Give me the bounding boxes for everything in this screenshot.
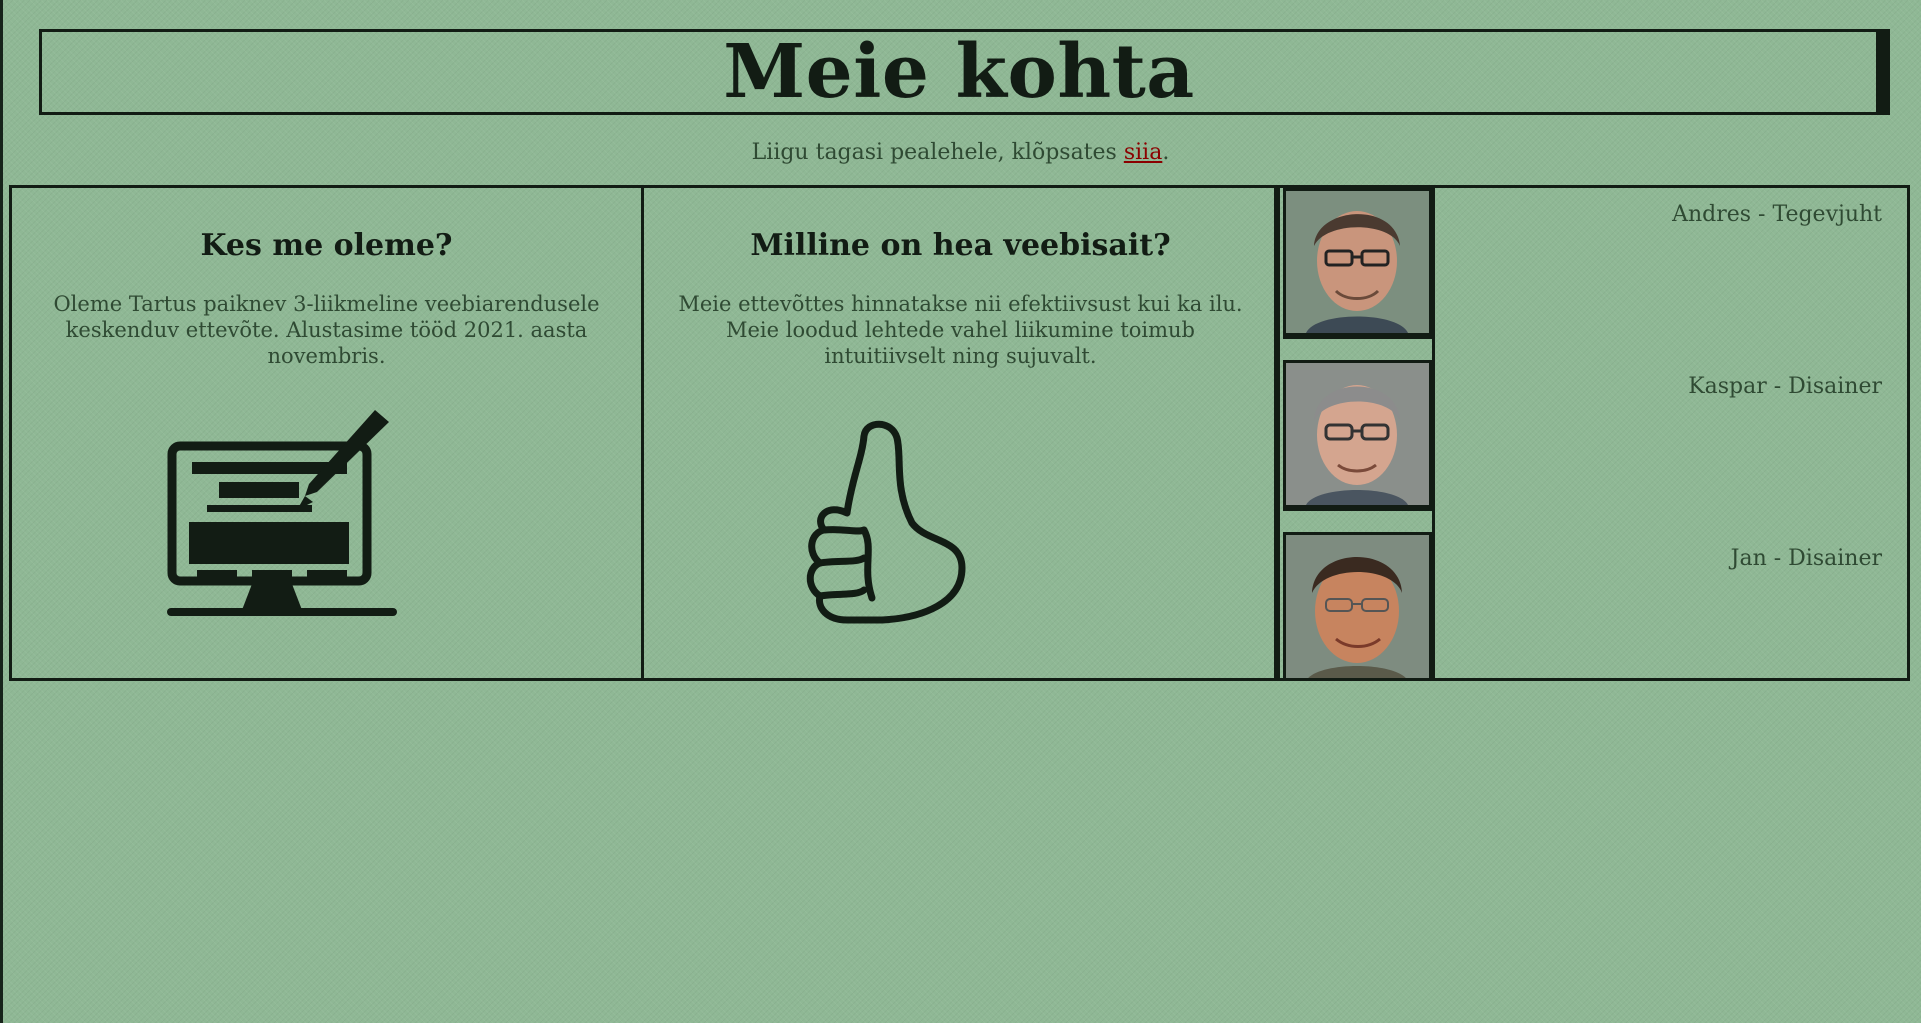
computer-pen-icon bbox=[167, 410, 397, 616]
member-separator bbox=[1283, 336, 1435, 339]
page-title: Meie kohta bbox=[723, 29, 1195, 115]
content-row: Kes me oleme? Oleme Tartus paiknev 3-lii… bbox=[9, 185, 1910, 681]
member-name-andres: Andres - Tegevjuht bbox=[1672, 202, 1882, 227]
member-separator bbox=[1283, 508, 1435, 511]
back-to-home-line: Liigu tagasi pealehele, klõpsates siia. bbox=[0, 140, 1921, 165]
member-photo-jan bbox=[1283, 532, 1432, 678]
member-name-kaspar: Kaspar - Disainer bbox=[1688, 374, 1882, 399]
about-us-heading: Kes me oleme? bbox=[200, 228, 453, 263]
jan-portrait-icon bbox=[1286, 535, 1429, 678]
page-header: Meie kohta bbox=[39, 29, 1890, 115]
team-column: Andres - Tegevjuht Kaspar - Disainer Jan… bbox=[1283, 188, 1907, 678]
member-photo-andres bbox=[1283, 188, 1432, 336]
back-text-suffix: . bbox=[1162, 140, 1170, 165]
andres-portrait-icon bbox=[1286, 191, 1429, 333]
kaspar-portrait-icon bbox=[1286, 363, 1429, 505]
member-photo-kaspar bbox=[1283, 360, 1432, 508]
photo-column-divider bbox=[1432, 188, 1435, 678]
thumbs-up-icon bbox=[806, 420, 966, 624]
good-website-text: Meie ettevõttes hinnatakse nii efektiivs… bbox=[678, 292, 1243, 368]
good-website-column: Milline on hea veebisait? Meie ettevõtte… bbox=[647, 188, 1280, 678]
about-us-text: Oleme Tartus paiknev 3-liikmeline veebia… bbox=[53, 292, 600, 368]
back-to-home-link[interactable]: siia bbox=[1124, 140, 1162, 165]
about-us-column: Kes me oleme? Oleme Tartus paiknev 3-lii… bbox=[12, 188, 644, 678]
back-text-prefix: Liigu tagasi pealehele, klõpsates bbox=[751, 140, 1124, 165]
member-name-jan: Jan - Disainer bbox=[1730, 546, 1882, 571]
good-website-heading: Milline on hea veebisait? bbox=[750, 228, 1171, 263]
